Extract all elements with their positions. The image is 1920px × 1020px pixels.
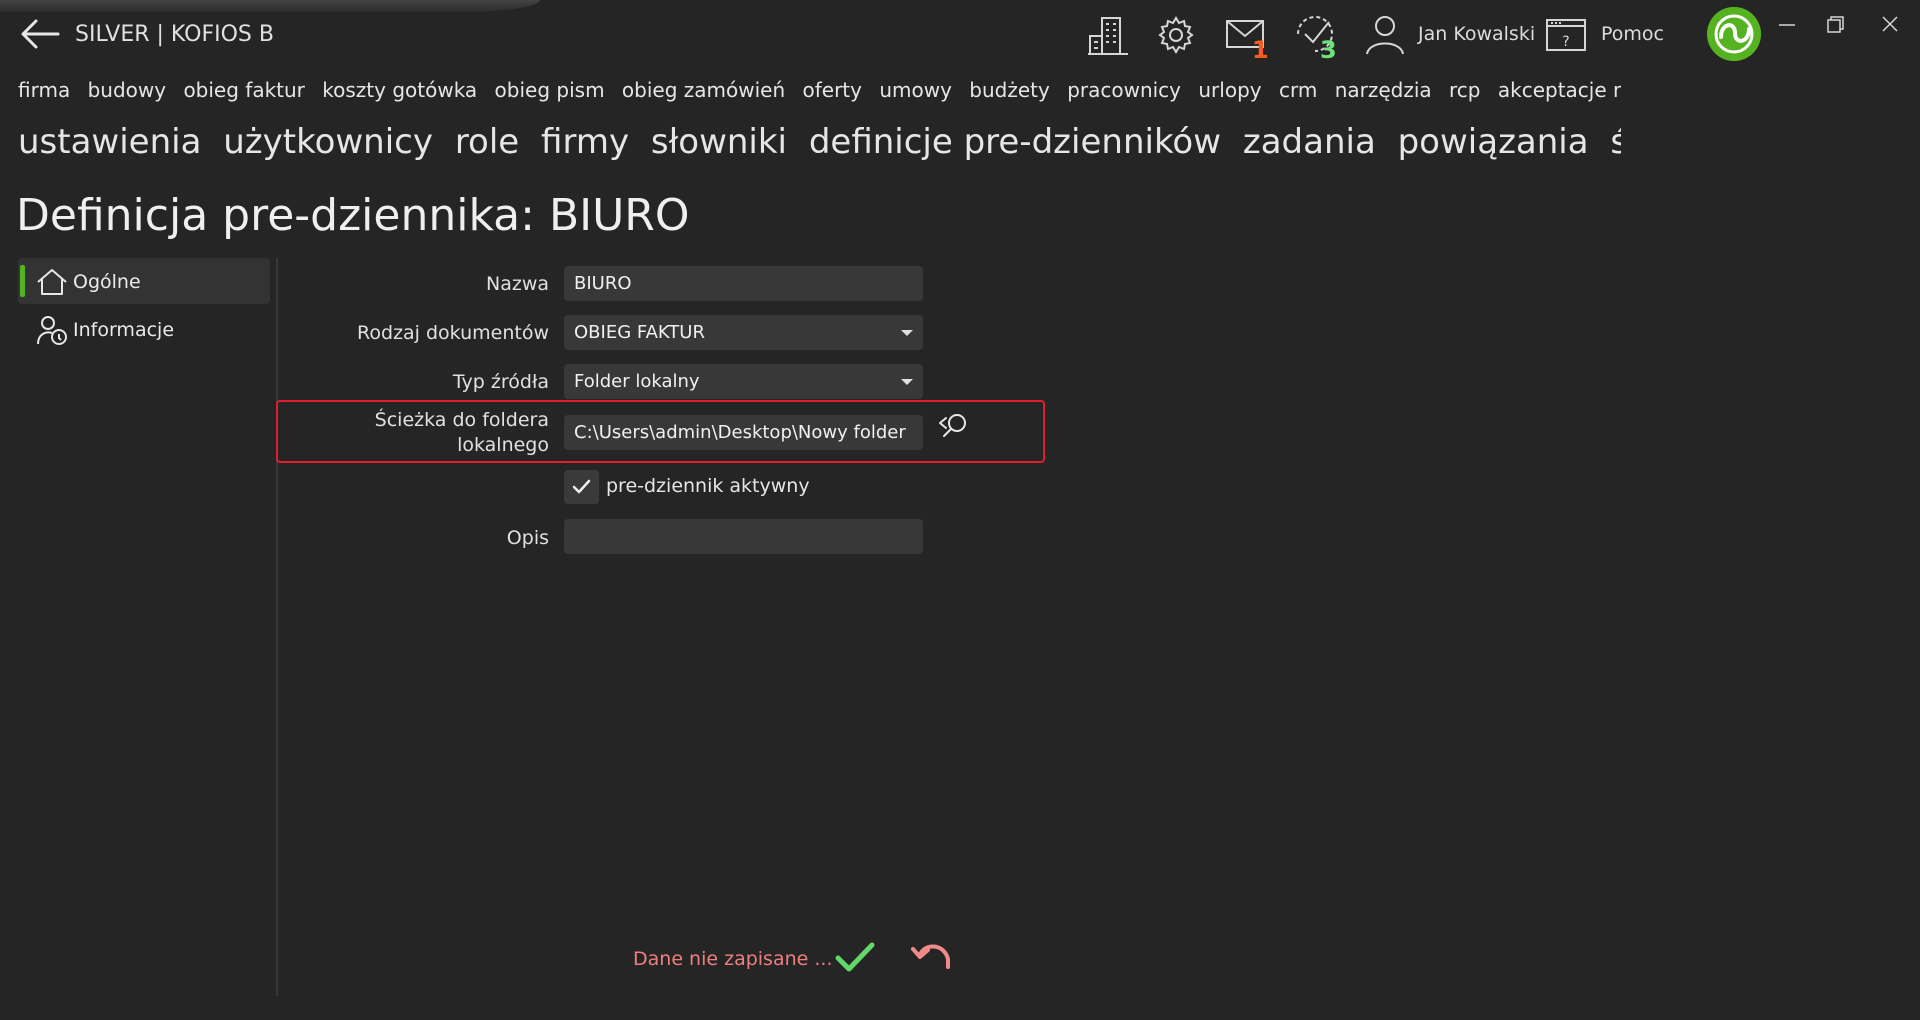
settings-tab-role[interactable]: role <box>455 122 519 162</box>
path-label-line2: lokalnego <box>457 434 549 456</box>
sidebar-item-informacje[interactable]: Informacje <box>18 306 270 352</box>
home-icon <box>37 269 67 295</box>
company-building-icon[interactable] <box>1086 12 1130 58</box>
settings-nav: ustawienia użytkownicy role firmy słowni… <box>18 122 1621 162</box>
desc-label: Opis <box>506 527 549 549</box>
settings-tab-slowniki[interactable]: słowniki <box>651 122 787 162</box>
active-checkbox[interactable] <box>564 470 599 504</box>
nav-item-akceptacje-rob[interactable]: akceptacje rob <box>1498 78 1621 102</box>
app-title: SILVER | KOFIOS B <box>75 22 274 47</box>
back-arrow-icon[interactable] <box>18 14 62 54</box>
sidebar-divider <box>276 258 278 996</box>
save-check-icon[interactable] <box>833 937 877 977</box>
doc-type-select[interactable]: OBIEG FAKTUR <box>564 315 923 350</box>
nav-item-budzety[interactable]: budżety <box>969 78 1050 102</box>
kofios-logo-icon <box>1707 7 1761 61</box>
tasks-badge: 3 <box>1320 36 1337 64</box>
title-bar: SILVER | KOFIOS B 1 3 Jan Kowalski ? Pom… <box>0 0 1920 70</box>
settings-tab-ustawienia[interactable]: ustawienia <box>18 122 201 162</box>
sidebar: Ogólne Informacje <box>18 258 270 354</box>
user-icon[interactable] <box>1363 12 1407 58</box>
restore-icon[interactable] <box>1820 12 1850 38</box>
desc-field[interactable] <box>564 519 923 554</box>
path-label-line1: Ścieżka do foldera <box>374 409 549 431</box>
nav-item-budowy[interactable]: budowy <box>88 78 167 102</box>
nav-item-narzedzia[interactable]: narzędzia <box>1335 78 1432 102</box>
nav-item-umowy[interactable]: umowy <box>879 78 952 102</box>
mail-badge: 1 <box>1252 36 1269 64</box>
help-label[interactable]: Pomoc <box>1601 23 1664 45</box>
path-field[interactable]: C:\Users\admin\Desktop\Nowy folder <box>564 415 923 450</box>
path-label: Ścieżka do foldera lokalnego <box>274 408 549 458</box>
help-icon[interactable]: ? <box>1544 12 1588 58</box>
nav-item-rcp[interactable]: rcp <box>1449 78 1480 102</box>
source-type-select[interactable]: Folder lokalny <box>564 364 923 399</box>
undo-icon[interactable] <box>910 937 954 977</box>
user-name[interactable]: Jan Kowalski <box>1418 23 1535 45</box>
sidebar-item-label: Ogólne <box>73 271 141 293</box>
nav-item-obieg-faktur[interactable]: obieg faktur <box>183 78 304 102</box>
settings-tab-zadania[interactable]: zadania <box>1243 122 1376 162</box>
page-title: Definicja pre-dziennika: BIURO <box>16 190 690 241</box>
nav-item-oferty[interactable]: oferty <box>802 78 861 102</box>
minimize-icon[interactable] <box>1772 12 1802 38</box>
active-checkbox-label[interactable]: pre-dziennik aktywny <box>606 475 810 497</box>
name-field[interactable]: BIURO <box>564 266 923 301</box>
settings-tab-definicje-pre-dziennikow[interactable]: definicje pre-dzienników <box>809 122 1221 162</box>
modules-nav: firma budowy obieg faktur koszty gotówka… <box>18 78 1621 102</box>
nav-item-firma[interactable]: firma <box>18 78 70 102</box>
nav-item-pracownicy[interactable]: pracownicy <box>1067 78 1181 102</box>
sidebar-item-ogolne[interactable]: Ogólne <box>18 258 270 304</box>
browse-folder-icon[interactable] <box>938 411 972 441</box>
doc-type-label: Rodzaj dokumentów <box>357 322 549 344</box>
checkmark-icon <box>572 479 591 494</box>
settings-tab-swieta[interactable]: święta <box>1610 122 1621 162</box>
nav-item-obieg-zamowien[interactable]: obieg zamówień <box>622 78 785 102</box>
close-icon[interactable] <box>1875 12 1905 38</box>
unsaved-status: Dane nie zapisane ... <box>633 948 833 970</box>
settings-tab-powiazania[interactable]: powiązania <box>1398 122 1589 162</box>
svg-text:?: ? <box>1562 34 1569 50</box>
source-type-label: Typ źródła <box>452 371 549 393</box>
nav-item-koszty-gotowka[interactable]: koszty gotówka <box>322 78 477 102</box>
settings-tab-uzytkownicy[interactable]: użytkownicy <box>223 122 433 162</box>
user-info-icon <box>37 316 67 345</box>
nav-item-obieg-pism[interactable]: obieg pism <box>495 78 605 102</box>
nav-item-crm[interactable]: crm <box>1279 78 1317 102</box>
gear-icon[interactable] <box>1154 12 1198 58</box>
active-indicator <box>20 265 25 297</box>
name-label: Nazwa <box>485 273 549 295</box>
nav-item-urlopy[interactable]: urlopy <box>1198 78 1261 102</box>
sidebar-item-label: Informacje <box>73 319 175 341</box>
settings-tab-firmy[interactable]: firmy <box>541 122 629 162</box>
